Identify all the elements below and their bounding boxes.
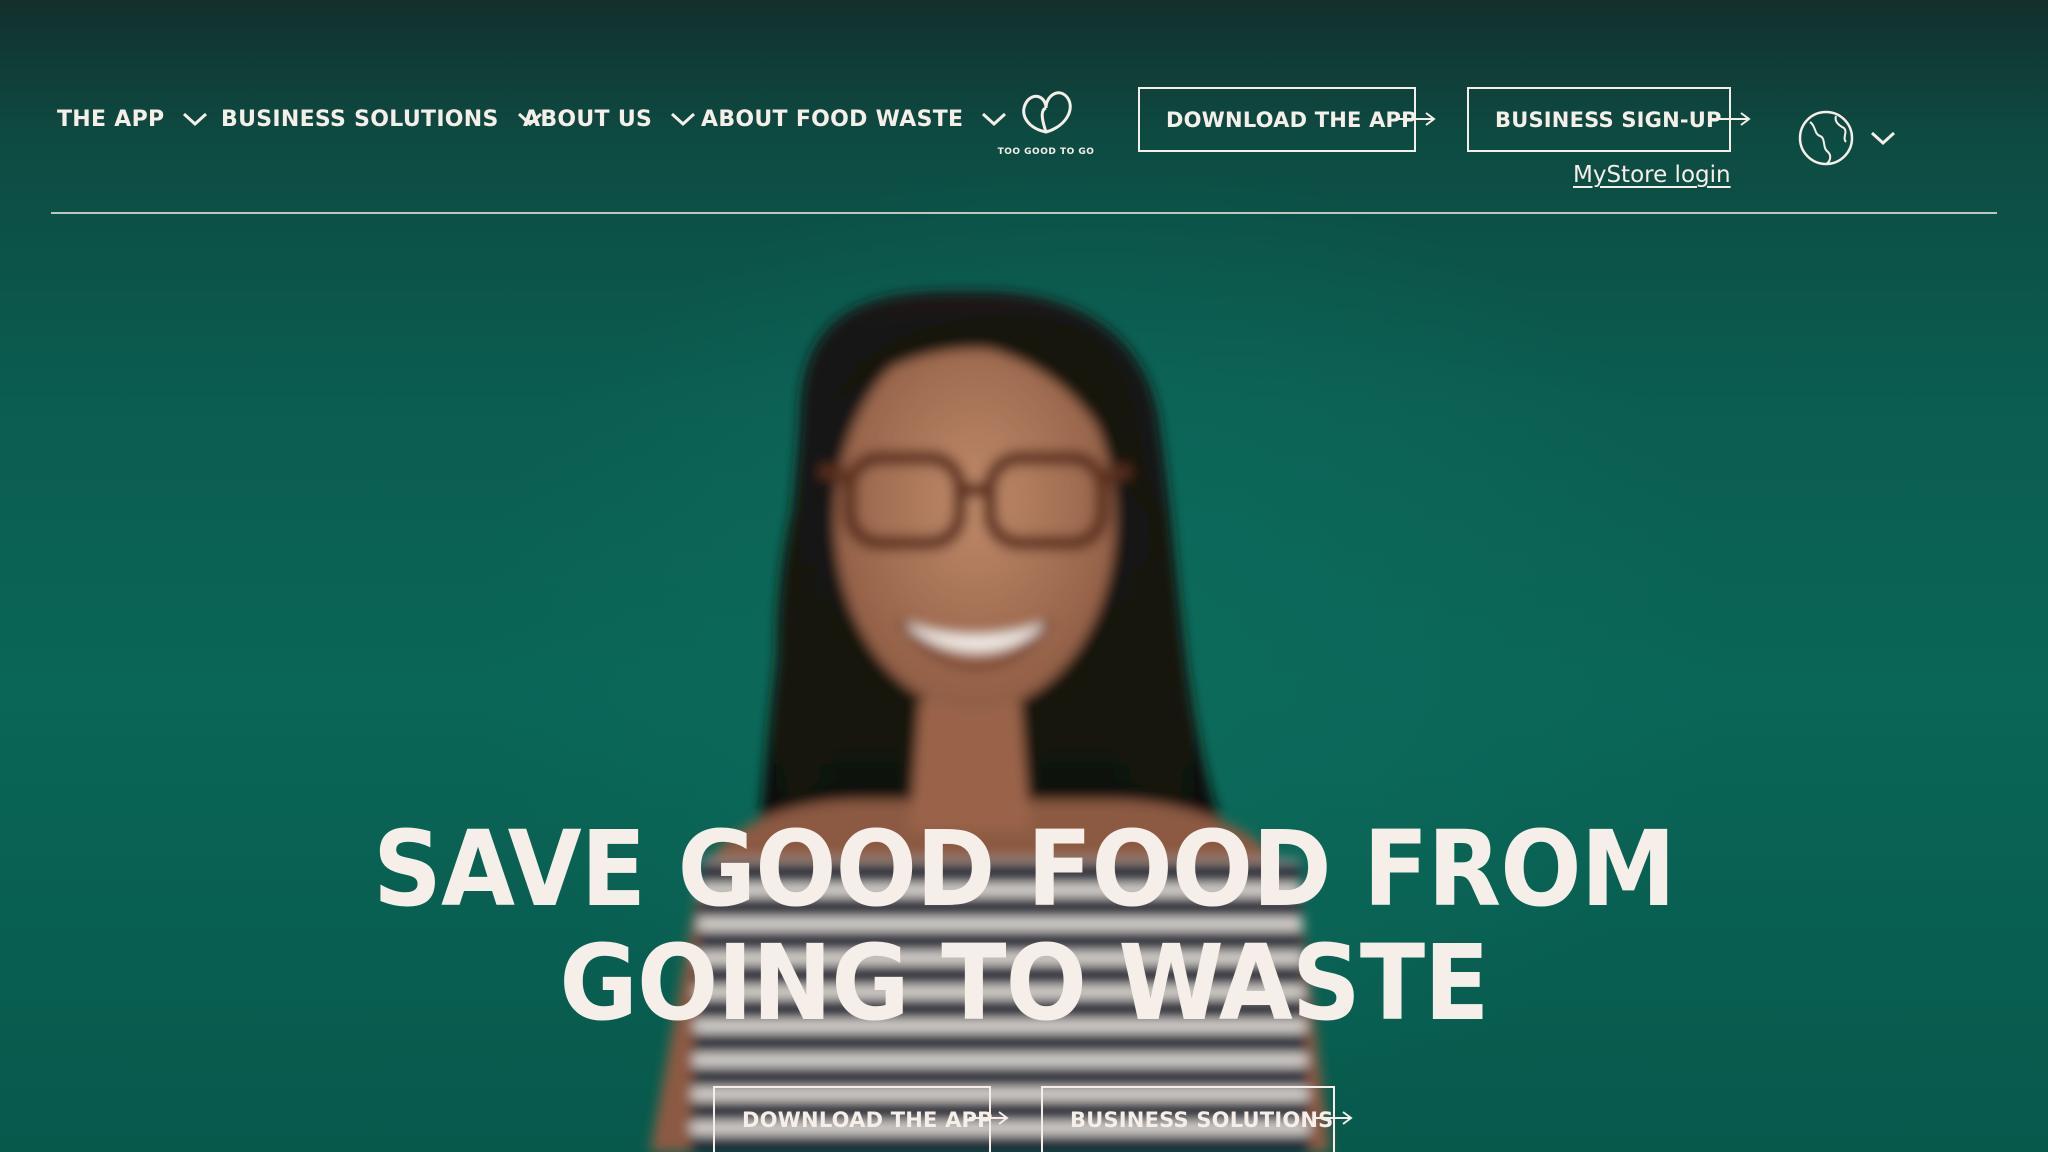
download-app-button[interactable]: DOWNLOAD THE APP <box>1138 87 1417 152</box>
arrow-right-icon <box>969 1111 1009 1125</box>
hero-download-app-label: DOWNLOAD THE APP <box>742 1108 993 1132</box>
hero-download-app-button[interactable]: DOWNLOAD THE APP <box>713 1086 993 1152</box>
chevron-down-icon <box>182 111 208 127</box>
arrow-right-icon <box>1396 112 1436 126</box>
svg-text:TOO GOOD TO GO: TOO GOOD TO GO <box>998 147 1095 157</box>
logo[interactable]: TOO GOOD TO GO <box>996 80 1096 160</box>
nav-item-about-us[interactable]: ABOUT US <box>523 104 696 134</box>
business-signup-label: BUSINESS SIGN-UP <box>1495 107 1722 132</box>
download-app-label: DOWNLOAD THE APP <box>1166 107 1417 132</box>
arrow-right-icon <box>1711 112 1751 126</box>
globe-icon <box>1798 110 1854 166</box>
language-selector[interactable] <box>1796 108 1896 168</box>
header-divider <box>51 212 1997 214</box>
page: THE APP BUSINESS SOLUTIONS ABOUT US ABOU… <box>0 0 2048 1152</box>
nav-item-business-solutions[interactable]: BUSINESS SOLUTIONS <box>221 104 543 134</box>
hero-business-solutions-button[interactable]: BUSINESS SOLUTIONS <box>1041 1086 1335 1152</box>
chevron-down-icon <box>670 111 696 127</box>
hero-title-line-1: SAVE GOOD FOOD FROM <box>372 808 1676 930</box>
arrow-right-icon <box>1313 1111 1353 1125</box>
nav-item-label: THE APP <box>57 106 165 132</box>
nav-item-label: ABOUT US <box>523 106 653 132</box>
nav-item-about-food-waste[interactable]: ABOUT FOOD WASTE <box>701 104 1007 134</box>
mystore-login-link[interactable]: MyStore login <box>1573 162 1731 188</box>
logo-icon: TOO GOOD TO GO <box>998 91 1095 157</box>
nav-item-label: BUSINESS SOLUTIONS <box>221 106 499 132</box>
hero-title: SAVE GOOD FOOD FROM GOING TO WASTE <box>82 812 1966 1040</box>
business-signup-button[interactable]: BUSINESS SIGN-UP <box>1467 87 1731 152</box>
nav-item-the-app[interactable]: THE APP <box>57 104 208 134</box>
hero-business-solutions-label: BUSINESS SOLUTIONS <box>1070 1108 1334 1132</box>
hero-title-line-2: GOING TO WASTE <box>559 922 1489 1044</box>
nav-item-label: ABOUT FOOD WASTE <box>701 106 964 132</box>
chevron-down-icon <box>1870 131 1896 146</box>
